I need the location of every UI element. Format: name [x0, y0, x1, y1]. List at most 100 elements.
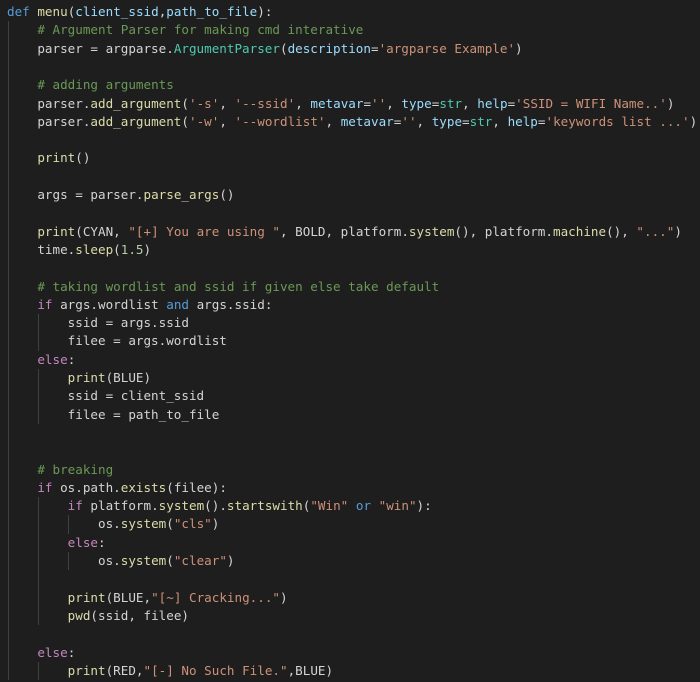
code-token: filee = path_to_file: [7, 406, 220, 422]
code-line[interactable]: parser.add_argument('-w', '--wordlist', …: [7, 113, 697, 131]
code-token: metavar: [310, 95, 364, 111]
code-line[interactable]: if args.wordlist and args.ssid:: [7, 296, 272, 314]
code-editor[interactable]: def menu(client_ssid,path_to_file): # Ar…: [0, 0, 700, 682]
code-token: '-w': [189, 113, 220, 129]
code-token: exists: [120, 479, 167, 495]
code-token: ,: [325, 113, 341, 129]
code-line[interactable]: os.system("clear"): [7, 552, 235, 570]
code-token: args.wordlist: [52, 296, 167, 312]
code-token: ,: [492, 113, 508, 129]
code-token: ,: [462, 95, 478, 111]
code-token: '--wordlist': [234, 113, 326, 129]
code-line[interactable]: pwd(ssid, filee): [7, 607, 189, 625]
code-token: (filee):: [166, 479, 227, 495]
code-token: ): [666, 95, 675, 111]
code-token: '--ssid': [234, 95, 296, 111]
code-token: (RED,: [105, 662, 144, 678]
code-token: def: [7, 4, 30, 19]
code-line[interactable]: args = parser.parse_args(): [7, 186, 234, 204]
code-token: 'argparse Example': [378, 40, 516, 56]
code-line[interactable]: # taking wordlist and ssid if given else…: [7, 278, 439, 296]
code-token: ): [226, 553, 235, 568]
code-line[interactable]: # Argument Parser for making cmd interat…: [7, 21, 363, 39]
code-token: sleep: [75, 241, 114, 257]
code-token: # taking wordlist and ssid if given else…: [37, 278, 440, 294]
code-line[interactable]: print(BLUE,"[~] Cracking..."): [7, 589, 288, 607]
code-token: else: [37, 644, 68, 660]
code-token: (: [166, 516, 174, 532]
code-line[interactable]: # breaking: [7, 461, 113, 479]
code-line[interactable]: ssid = args.ssid: [7, 314, 189, 332]
code-token: help: [507, 113, 538, 129]
code-token: menu: [37, 4, 68, 19]
code-token: str: [469, 113, 493, 129]
code-token: system: [158, 498, 205, 514]
code-token: filee = args.wordlist: [7, 333, 227, 349]
code-line[interactable]: parser.add_argument('-s', '--ssid', meta…: [7, 95, 674, 113]
code-line[interactable]: if os.path.exists(filee):: [7, 479, 227, 497]
code-token: (ssid, filee): [90, 607, 189, 623]
code-token: '': [401, 113, 417, 129]
code-token: ,: [219, 113, 235, 129]
code-token: ):: [416, 498, 432, 514]
code-token: platform.: [82, 498, 159, 514]
code-line[interactable]: else:: [7, 351, 75, 369]
code-line[interactable]: def menu(client_ssid,path_to_file):: [7, 3, 272, 21]
code-token: ): [515, 40, 523, 56]
code-line[interactable]: os.system("cls"): [7, 515, 219, 533]
code-token: "[~] Cracking...": [151, 589, 280, 605]
code-line[interactable]: print(BLUE): [7, 369, 151, 387]
code-line[interactable]: else:: [7, 534, 106, 552]
code-token: # breaking: [37, 461, 114, 477]
code-token: =: [363, 95, 372, 111]
code-token: os.path.: [52, 479, 121, 495]
code-token: system: [120, 516, 167, 532]
code-token: args = parser.: [7, 187, 144, 202]
code-line[interactable]: print(): [7, 149, 90, 167]
code-token: "cls": [173, 516, 212, 532]
code-line[interactable]: parser = argparse.ArgumentParser(descrip…: [7, 40, 523, 58]
code-line[interactable]: else:: [7, 644, 75, 662]
code-token: =: [462, 113, 470, 129]
code-token: system: [408, 223, 455, 239]
code-line[interactable]: filee = path_to_file: [7, 406, 220, 424]
code-token: (: [181, 113, 189, 129]
code-token: 1.5: [120, 241, 144, 257]
code-token: "[-] No Such File.": [143, 662, 288, 678]
code-token: '': [371, 95, 387, 111]
code-token: if: [67, 498, 83, 514]
code-token: (CYAN,: [75, 223, 129, 239]
code-line[interactable]: filee = args.wordlist: [7, 332, 227, 350]
code-token: (: [279, 40, 288, 56]
code-line[interactable]: if platform.system().startswith("Win" or…: [7, 497, 432, 515]
code-token: type: [431, 113, 463, 129]
code-token: ,: [386, 95, 402, 111]
code-token: :: [98, 534, 106, 550]
code-line[interactable]: print(CYAN, "[+] You are using ", BOLD, …: [7, 223, 682, 241]
code-line[interactable]: time.sleep(1.5): [7, 241, 151, 259]
code-token: :: [67, 351, 76, 367]
code-token: ssid = client_ssid: [7, 388, 205, 404]
code-line[interactable]: # adding arguments: [7, 76, 173, 94]
code-token: if: [37, 479, 53, 495]
code-token: ): [211, 516, 220, 532]
code-token: "clear": [173, 553, 227, 568]
code-token: ): [280, 589, 288, 605]
code-token: type: [401, 95, 432, 111]
code-token: 'SSID = WIFI Name..': [515, 95, 667, 111]
code-line[interactable]: print(RED,"[-] No Such File.",BLUE): [7, 662, 333, 680]
code-token: =: [537, 113, 546, 129]
code-token: "Win": [310, 498, 349, 514]
code-line[interactable]: ssid = client_ssid: [7, 387, 204, 405]
code-token: print: [67, 662, 106, 678]
code-token: "...": [636, 223, 675, 239]
